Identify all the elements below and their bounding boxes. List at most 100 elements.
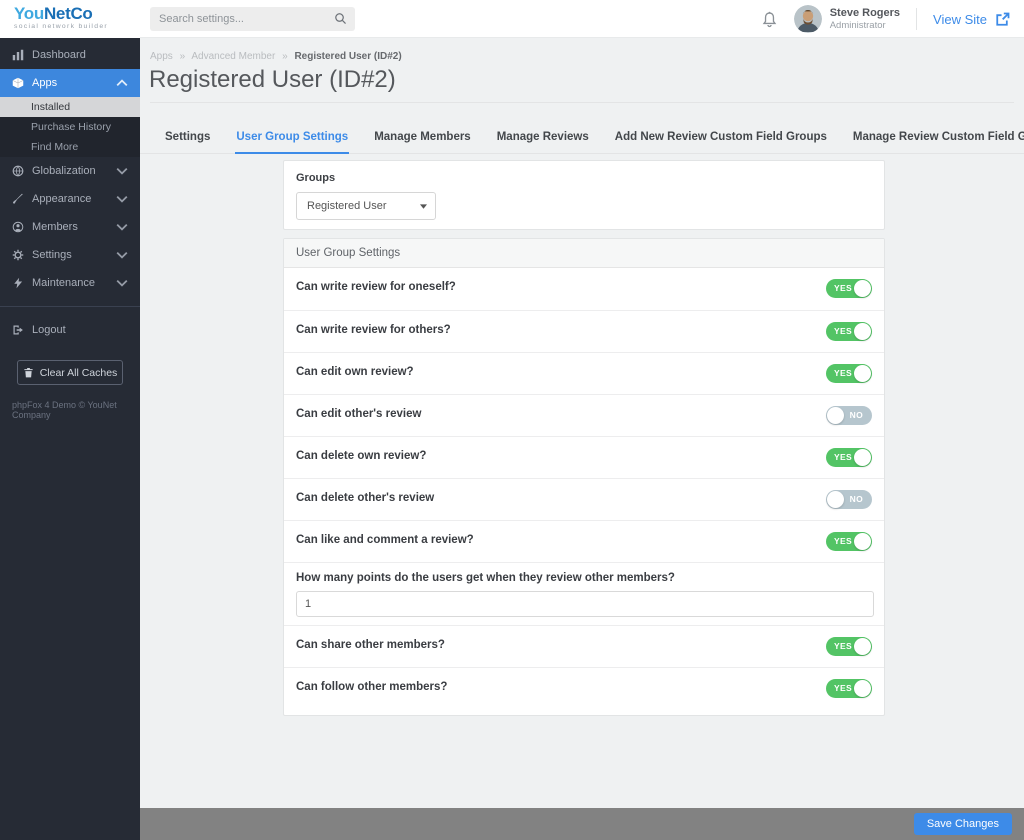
yes-no-toggle[interactable]: NO: [826, 490, 872, 509]
sidebar-item-label: Settings: [32, 249, 72, 261]
sidebar-item-settings[interactable]: Settings: [0, 241, 140, 269]
view-site-link[interactable]: View Site: [933, 12, 1010, 27]
settings-panel-body: Can write review for oneself? YES Can writ…: [284, 268, 884, 715]
toggle-knob: [854, 533, 871, 550]
setting-row: Can delete own review? YES: [284, 436, 884, 478]
toggle-knob: [854, 323, 871, 340]
yes-no-toggle[interactable]: YES: [826, 532, 872, 551]
setting-row: Can share other members? YES: [284, 625, 884, 667]
sidebar-item-label: Maintenance: [32, 277, 95, 289]
setting-label: Can like and comment a review?: [296, 534, 474, 546]
user-role: Administrator: [829, 20, 886, 31]
tab-manage-members[interactable]: Manage Members: [373, 122, 472, 154]
sidebar-item-installed[interactable]: Installed: [0, 97, 140, 117]
toggle-knob: [854, 449, 871, 466]
save-changes-button[interactable]: Save Changes: [913, 813, 1012, 835]
search-input[interactable]: [159, 7, 327, 31]
breadcrumb: Apps » Advanced Member » Registered User…: [150, 51, 402, 62]
content-column: Groups Registered User User Group Settin…: [283, 160, 885, 716]
tab-manage-review-custom-field-groups[interactable]: Manage Review Custom Field Groups: [852, 122, 1024, 154]
setting-row: Can delete other's review NO: [284, 478, 884, 520]
setting-row: Can write review for others? YES: [284, 310, 884, 352]
setting-label: Can follow other members?: [296, 681, 448, 693]
sidebar-item-logout[interactable]: Logout: [0, 316, 140, 344]
yes-no-toggle[interactable]: YES: [826, 679, 872, 698]
tab-user-group-settings[interactable]: User Group Settings: [235, 122, 350, 154]
setting-label: Can write review for others?: [296, 324, 451, 336]
yes-no-toggle[interactable]: YES: [826, 364, 872, 383]
bolt-icon: [12, 277, 24, 289]
sidebar-item-appearance[interactable]: Appearance: [0, 185, 140, 213]
globe-icon: [12, 165, 24, 177]
chevron-down-icon: [116, 165, 128, 177]
trash-icon: [23, 367, 34, 378]
notifications-bell-icon[interactable]: [761, 11, 778, 28]
chevron-down-icon: [116, 193, 128, 205]
toggle-state-label: YES: [834, 536, 852, 546]
sidebar-item-maintenance[interactable]: Maintenance: [0, 269, 140, 297]
sidebar-item-find-more[interactable]: Find More: [0, 137, 140, 157]
yes-no-toggle[interactable]: YES: [826, 448, 872, 467]
toggle-state-label: YES: [834, 683, 852, 693]
breadcrumb-current: Registered User (ID#2): [294, 51, 402, 62]
user-info[interactable]: Steve Rogers Administrator: [830, 7, 900, 31]
user-group-settings-panel: User Group Settings Can write review for…: [283, 238, 885, 716]
setting-row: How many points do the users get when th…: [284, 562, 884, 625]
yes-no-toggle[interactable]: YES: [826, 279, 872, 298]
sidebar-nav: Dashboard Apps Installed Purchase History Fi…: [0, 38, 140, 344]
groups-select[interactable]: Registered User: [296, 192, 436, 220]
avatar[interactable]: [793, 5, 822, 33]
topbar-divider: [916, 8, 918, 30]
groups-label: Groups: [296, 172, 336, 184]
sidebar-item-members[interactable]: Members: [0, 213, 140, 241]
brush-icon: [12, 193, 24, 205]
logo-text-netco: NetCo: [43, 4, 93, 23]
sidebar-item-globalization[interactable]: Globalization: [0, 157, 140, 185]
tab-manage-reviews[interactable]: Manage Reviews: [496, 122, 590, 154]
topbar-right: Steve Rogers Administrator View Site: [761, 0, 1010, 38]
settings-panel-title: User Group Settings: [284, 239, 884, 268]
search-icon[interactable]: [334, 12, 347, 25]
sidebar-item-label: Dashboard: [32, 49, 86, 61]
yes-no-toggle[interactable]: YES: [826, 322, 872, 341]
yes-no-toggle[interactable]: NO: [826, 406, 872, 425]
sidebar-item-label: Purchase History: [31, 121, 111, 133]
toggle-state-label: YES: [834, 368, 852, 378]
sidebar-item-label: Appearance: [32, 193, 92, 205]
tab-settings[interactable]: Settings: [164, 122, 211, 154]
setting-label: Can edit own review?: [296, 366, 414, 378]
topbar: Steve Rogers Administrator View Site: [140, 0, 1024, 38]
toggle-knob: [827, 491, 844, 508]
breadcrumb-apps[interactable]: Apps: [150, 51, 173, 62]
apps-icon: [12, 77, 24, 89]
logo[interactable]: YouNetCo social network builder: [0, 0, 140, 38]
main-content: Apps » Advanced Member » Registered User…: [140, 38, 1024, 840]
breadcrumb-advanced-member[interactable]: Advanced Member: [191, 51, 275, 62]
points-input[interactable]: [296, 591, 874, 617]
toggle-state-label: YES: [834, 326, 852, 336]
chevron-down-icon: [116, 249, 128, 261]
gear-icon: [12, 249, 24, 261]
sidebar-item-label: Globalization: [32, 165, 96, 177]
sidebar-item-label: Apps: [32, 77, 58, 89]
setting-label: Can delete own review?: [296, 450, 427, 462]
logo-text-you: You: [14, 4, 44, 23]
setting-row: Can write review for oneself? YES: [284, 268, 884, 310]
yes-no-toggle[interactable]: YES: [826, 637, 872, 656]
toggle-knob: [827, 407, 844, 424]
view-site-label: View Site: [933, 11, 987, 27]
setting-label: Can write review for oneself?: [296, 281, 456, 293]
sidebar-item-purchase-history[interactable]: Purchase History: [0, 117, 140, 137]
tab-add-new-review-custom-field-groups[interactable]: Add New Review Custom Field Groups: [614, 122, 828, 154]
clear-all-caches-button[interactable]: Clear All Caches: [17, 360, 123, 385]
groups-panel: Groups Registered User: [283, 160, 885, 230]
chevron-down-icon: [116, 221, 128, 233]
sidebar-item-apps[interactable]: Apps: [0, 69, 140, 97]
toggle-state-label: YES: [834, 641, 852, 651]
chevron-up-icon: [116, 77, 128, 89]
setting-row: Can like and comment a review? YES: [284, 520, 884, 562]
breadcrumb-separator: »: [179, 51, 186, 62]
user-name: Steve Rogers: [829, 7, 901, 19]
logo-text: YouNetCo: [14, 5, 140, 23]
sidebar-item-dashboard[interactable]: Dashboard: [0, 41, 140, 69]
